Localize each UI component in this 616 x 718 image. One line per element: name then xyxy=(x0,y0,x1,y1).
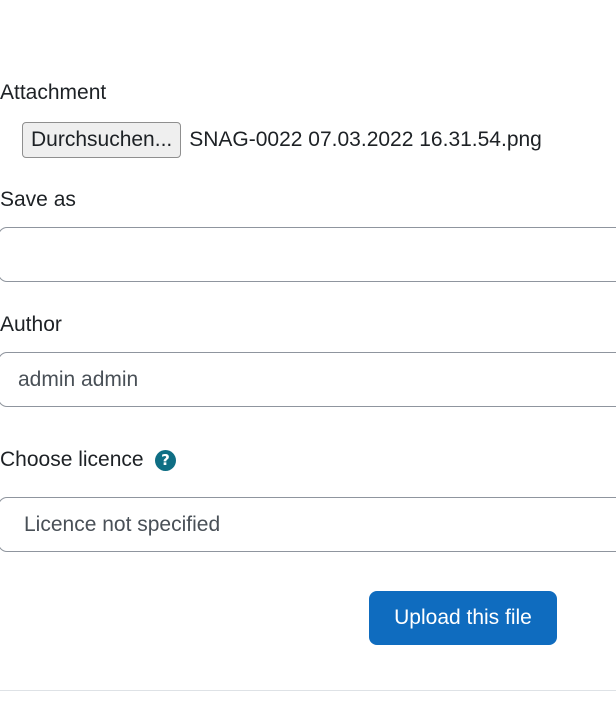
licence-selected-value: Licence not specified xyxy=(24,512,221,536)
form-divider xyxy=(0,690,616,691)
save-as-input[interactable] xyxy=(0,227,616,282)
browse-button[interactable]: Durchsuchen... xyxy=(22,122,182,158)
upload-file-button[interactable]: Upload this file xyxy=(369,591,557,645)
file-picker: Durchsuchen... SNAG-0022 07.03.2022 16.3… xyxy=(22,122,542,158)
selected-file-name: SNAG-0022 07.03.2022 16.31.54.png xyxy=(189,128,542,151)
licence-label: Choose licence xyxy=(0,448,144,471)
attachment-label: Attachment xyxy=(0,81,107,104)
question-circle-icon[interactable]: ? xyxy=(155,450,176,471)
save-as-label: Save as xyxy=(0,188,76,211)
author-input[interactable] xyxy=(0,352,616,407)
licence-select[interactable]: Licence not specified xyxy=(0,497,616,552)
author-label: Author xyxy=(0,313,62,336)
